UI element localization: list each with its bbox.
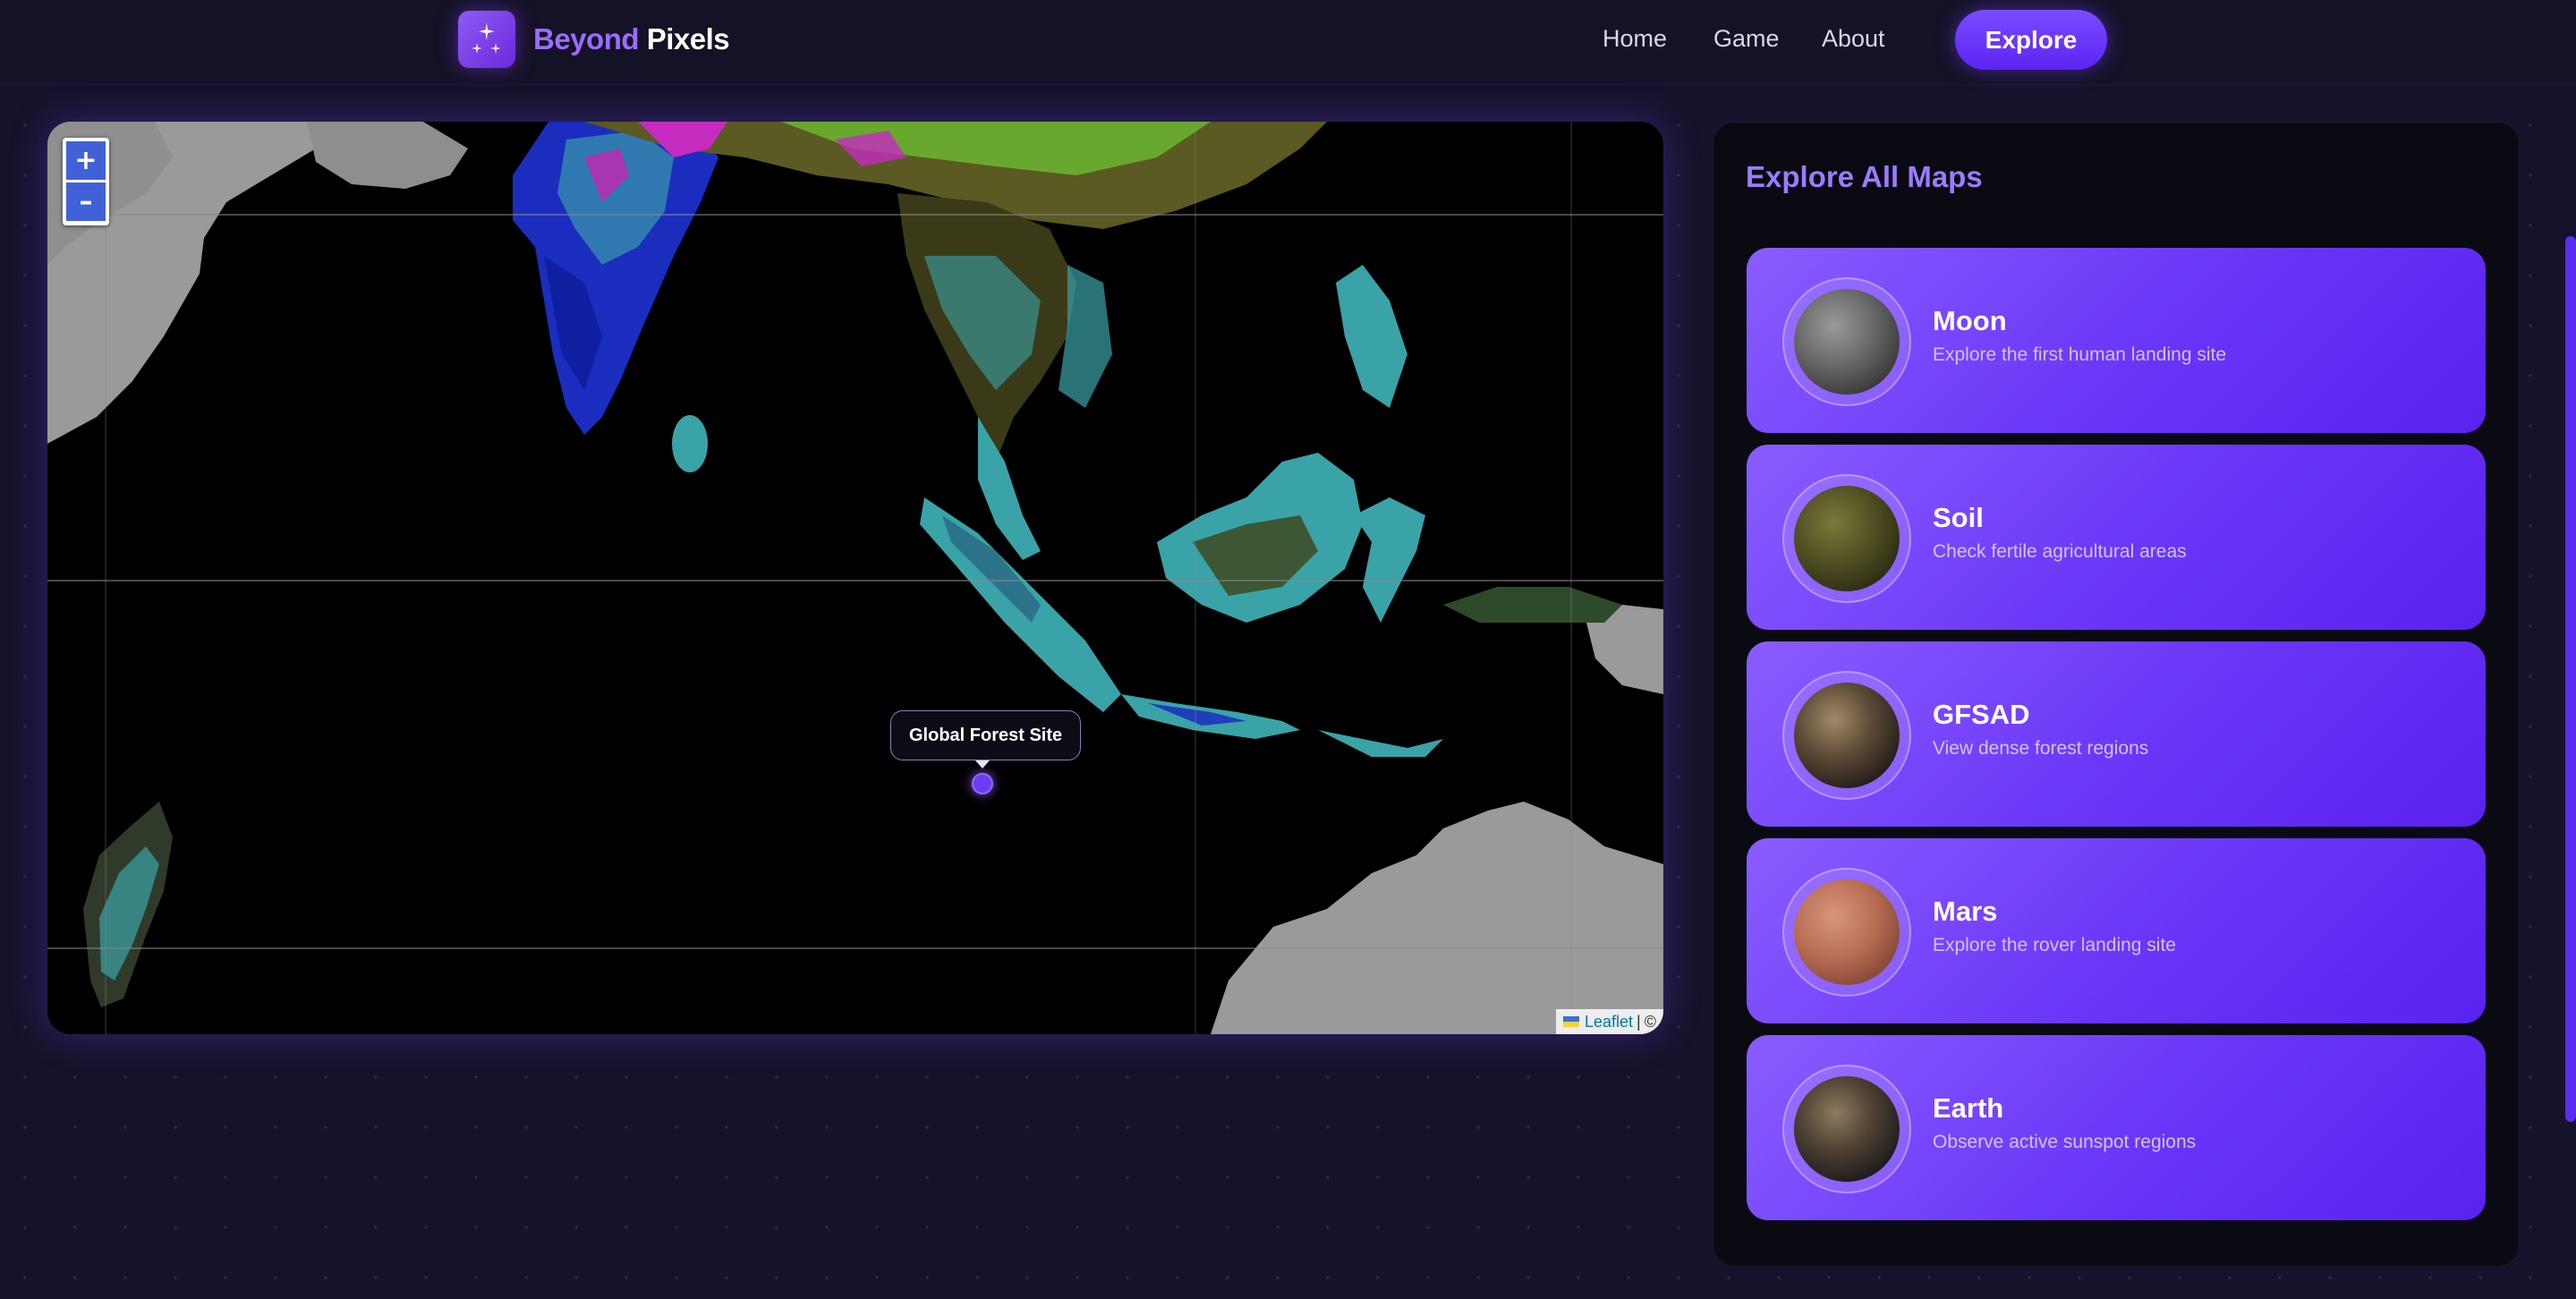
page-scrollbar[interactable]: [2565, 236, 2576, 1122]
nav-about-link[interactable]: About: [1822, 25, 1885, 53]
brand[interactable]: Beyond Pixels: [458, 11, 730, 68]
map-card-mars[interactable]: Mars Explore the rover landing site: [1747, 838, 2486, 1023]
card-thumbnail: [1782, 868, 1911, 997]
map-card-gfsad[interactable]: GFSAD View dense forest regions: [1747, 641, 2486, 827]
sparkle-logo-icon: [458, 11, 515, 68]
tooltip-arrow-icon: [975, 760, 990, 768]
leaflet-link[interactable]: Leaflet: [1585, 1013, 1633, 1032]
copyright-mark: ©: [1644, 1012, 1656, 1031]
brand-name-first: Beyond: [533, 22, 640, 55]
zoom-control: + –: [63, 138, 109, 225]
nav-home-link[interactable]: Home: [1603, 25, 1667, 53]
soil-orb-icon: [1794, 486, 1900, 591]
earth-orb-icon: [1794, 683, 1900, 788]
top-navbar: Beyond Pixels Home Game About Explore: [0, 0, 2576, 85]
maps-panel: Explore All Maps Moon Explore the first …: [1713, 122, 2520, 1267]
map-card-soil[interactable]: Soil Check fertile agricultural areas: [1747, 445, 2486, 630]
map-tiles: [47, 122, 1663, 1034]
mars-orb-icon: [1794, 879, 1900, 985]
brand-name: Beyond Pixels: [533, 22, 730, 56]
map-card-moon[interactable]: Moon Explore the first human landing sit…: [1747, 248, 2486, 433]
nav-game-link[interactable]: Game: [1713, 25, 1780, 53]
zoom-in-button[interactable]: +: [66, 141, 106, 180]
brand-name-second: Pixels: [646, 22, 730, 55]
card-title: Earth: [1933, 1092, 2004, 1124]
card-description: Observe active sunspot regions: [1933, 1132, 2197, 1152]
zoom-out-button[interactable]: –: [66, 183, 106, 221]
map-marker[interactable]: [972, 773, 993, 794]
card-thumbnail: [1782, 277, 1911, 406]
card-thumbnail: [1782, 474, 1911, 603]
card-description: View dense forest regions: [1933, 738, 2149, 759]
card-thumbnail: [1782, 1065, 1911, 1193]
attribution-separator: |: [1637, 1012, 1641, 1031]
card-description: Explore the rover landing site: [1933, 935, 2176, 955]
earth-orb-icon: [1794, 1076, 1900, 1182]
card-thumbnail: [1782, 671, 1911, 800]
map-attribution: Leaflet | ©: [1556, 1009, 1663, 1034]
marker-tooltip: Global Forest Site: [890, 710, 1082, 760]
card-title: Mars: [1933, 896, 1998, 927]
map-view[interactable]: + – Global Forest Site Leaflet | ©: [47, 122, 1663, 1034]
card-title: Soil: [1933, 502, 1984, 533]
card-title: GFSAD: [1933, 699, 2030, 730]
card-description: Check fertile agricultural areas: [1933, 541, 2187, 562]
ukraine-flag-icon: [1563, 1016, 1579, 1027]
explore-button[interactable]: Explore: [1955, 10, 2107, 70]
moon-orb-icon: [1794, 289, 1900, 395]
card-title: Moon: [1933, 305, 2007, 336]
card-description: Explore the first human landing site: [1933, 344, 2227, 365]
panel-title: Explore All Maps: [1746, 160, 1983, 193]
map-card-earth[interactable]: Earth Observe active sunspot regions: [1747, 1035, 2486, 1220]
